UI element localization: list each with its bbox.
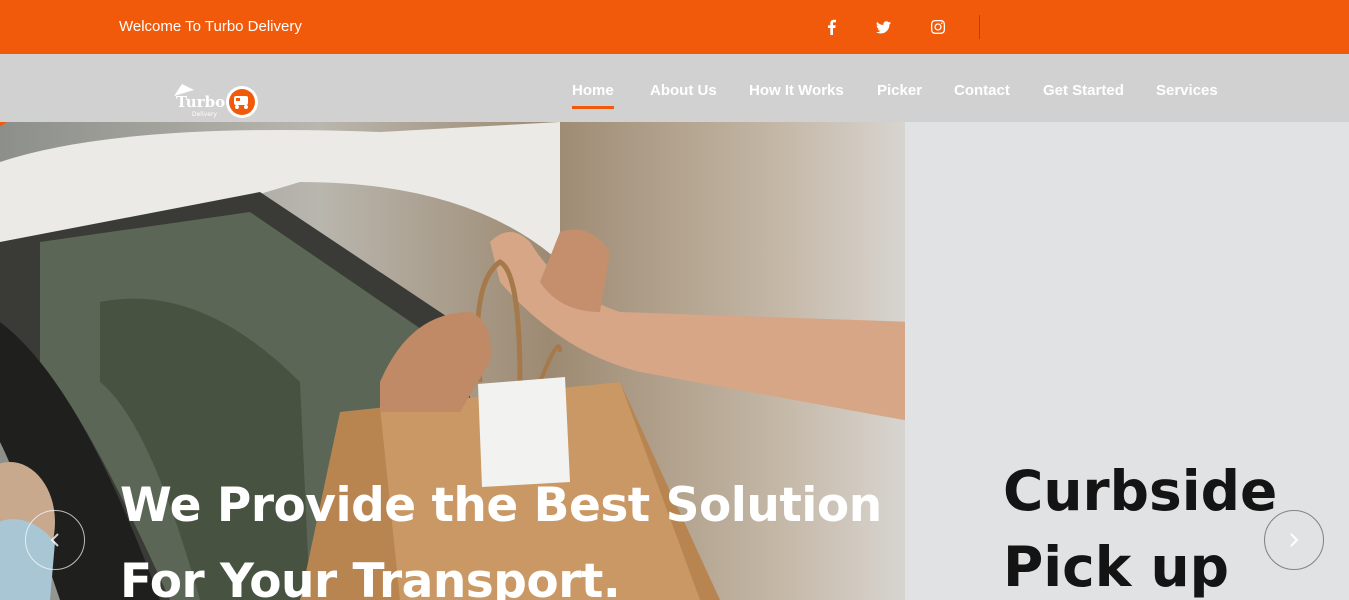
instagram-icon[interactable] bbox=[930, 16, 946, 38]
chevron-left-icon bbox=[50, 533, 59, 547]
nav-picker[interactable]: Picker bbox=[877, 82, 922, 99]
sign-line1: Curbside bbox=[1003, 459, 1278, 523]
main-navbar: Turbo Delivery Home About Us How It Work… bbox=[0, 54, 1349, 122]
hero-title: We Provide the Best Solution For Your Tr… bbox=[120, 468, 882, 600]
chevron-right-icon bbox=[1290, 533, 1299, 547]
brand-logo[interactable]: Turbo Delivery bbox=[172, 82, 262, 122]
twitter-icon[interactable] bbox=[875, 16, 891, 38]
brand-tagline: Delivery bbox=[192, 111, 217, 118]
nav-services[interactable]: Services bbox=[1156, 82, 1218, 99]
welcome-text: Welcome To Turbo Delivery bbox=[119, 18, 302, 35]
nav-home[interactable]: Home bbox=[572, 82, 614, 109]
nav-about-us[interactable]: About Us bbox=[650, 82, 717, 99]
nav-how-it-works[interactable]: How It Works bbox=[749, 82, 844, 99]
hero-title-line1: We Provide the Best Solution bbox=[120, 478, 882, 533]
curbside-sign: Curbside Pick up bbox=[1003, 453, 1277, 600]
nav-contact[interactable]: Contact bbox=[954, 82, 1010, 99]
facebook-icon[interactable] bbox=[825, 16, 837, 38]
sign-line2: Pick up bbox=[1003, 535, 1230, 599]
slider-next-button[interactable] bbox=[1264, 510, 1324, 570]
hero-slider: We Provide the Best Solution For Your Tr… bbox=[0, 122, 1349, 600]
brand-name: Turbo bbox=[176, 93, 225, 111]
slider-prev-button[interactable] bbox=[25, 510, 85, 570]
nav-get-started[interactable]: Get Started bbox=[1043, 82, 1124, 99]
top-bar: Welcome To Turbo Delivery bbox=[0, 0, 1349, 54]
topbar-divider bbox=[979, 15, 980, 39]
hero-title-line2: For Your Transport. bbox=[120, 554, 621, 600]
